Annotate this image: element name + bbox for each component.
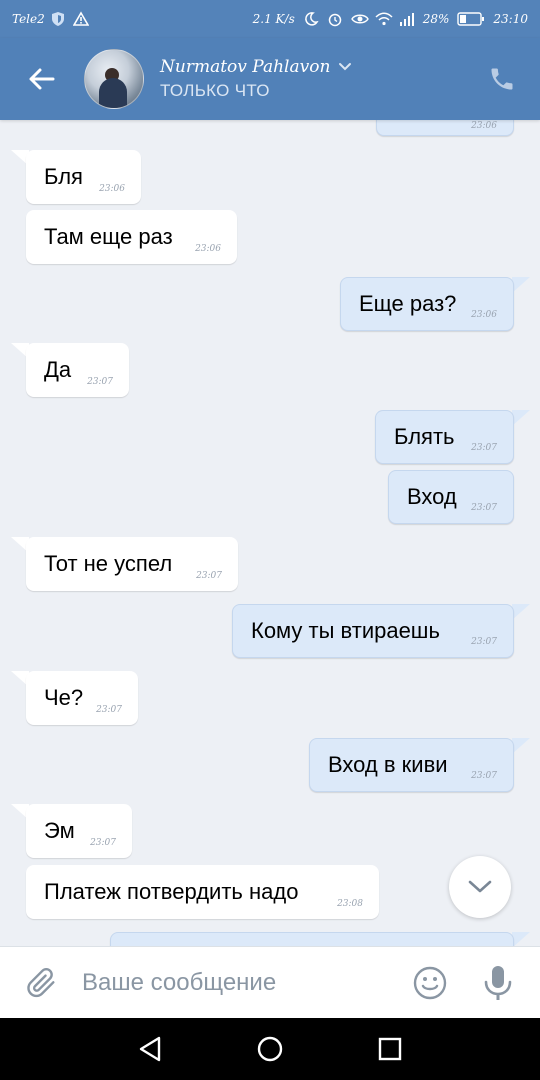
message-text: Блять: [394, 424, 455, 449]
moon-icon: [303, 11, 319, 27]
circle-home-icon: [257, 1036, 283, 1062]
message-text: Тот не успел: [44, 551, 173, 576]
network-speed: 2.1 K/s: [252, 12, 295, 26]
message-incoming[interactable]: Да 23:07: [26, 343, 129, 397]
back-button[interactable]: [18, 56, 64, 102]
bubble-tail: [512, 604, 530, 620]
message-incoming[interactable]: Тот не успел 23:07: [26, 537, 238, 591]
status-bar: Tele2 2.1 K/s 28% 23:10: [0, 0, 540, 38]
status-right: 2.1 K/s 28% 23:10: [253, 11, 528, 27]
avatar[interactable]: [84, 49, 144, 109]
status-left: Tele2: [12, 11, 90, 27]
contact-status: ТОЛЬКО ЧТО: [160, 81, 270, 100]
message-time: 23:06: [471, 121, 497, 131]
arrow-left-icon: [29, 68, 55, 90]
voice-message-button[interactable]: [478, 963, 518, 1003]
call-button[interactable]: [482, 59, 522, 99]
message-composer: Ваше сообщение: [0, 946, 540, 1018]
nav-home-button[interactable]: [255, 1034, 285, 1064]
message-time: 23:06: [195, 244, 221, 254]
bubble-tail: [512, 738, 530, 754]
shield-icon: [51, 11, 67, 27]
message-time: 23:07: [471, 771, 497, 781]
message-text: Кому ты втираешь: [251, 618, 440, 643]
message-text: Платеж потвердить надо: [44, 879, 299, 904]
attach-button[interactable]: [22, 963, 62, 1003]
message-time: 23:07: [471, 503, 497, 513]
message-outgoing[interactable]: Еще раз? 23:06: [340, 277, 514, 331]
contact-info[interactable]: Nurmatov Pahlavon ТОЛЬКО ЧТО: [160, 57, 352, 101]
message-time: 23:06: [471, 310, 497, 320]
message-time: 23:07: [87, 377, 113, 387]
message-text: Там еще раз: [44, 224, 173, 249]
chevron-down-icon: [339, 63, 352, 71]
contact-name: Nurmatov Pahlavon: [160, 57, 331, 77]
battery-percent: 28%: [422, 12, 450, 26]
eye-icon: [350, 11, 369, 27]
message-time: 23:07: [196, 571, 222, 581]
message-text: Вход: [407, 484, 457, 509]
warning-icon: [72, 11, 90, 27]
message-text: Да: [44, 357, 72, 382]
message-time: 23:07: [471, 443, 497, 453]
message-outgoing[interactable]: Вход в киви 23:07: [309, 738, 514, 792]
smiley-icon: [413, 966, 447, 999]
message-time: 23:07: [96, 705, 122, 715]
message-incoming[interactable]: Бля 23:06: [26, 150, 141, 204]
message-time: 23:07: [471, 637, 497, 647]
message-incoming[interactable]: Эм 23:07: [26, 804, 132, 858]
message-incoming[interactable]: Платеж потвердить надо 23:08: [26, 865, 379, 919]
avatar-figure: [99, 78, 127, 108]
message-list[interactable]: 23:06 Бля 23:06 Там еще раз 23:06 Еще ра…: [0, 120, 540, 946]
carrier-label: Tele2: [12, 12, 45, 26]
message-outgoing[interactable]: Блять 23:07: [375, 410, 514, 464]
emoji-button[interactable]: [410, 963, 450, 1003]
nav-back-button[interactable]: [135, 1034, 165, 1064]
message-outgoing[interactable]: Вход 23:07: [388, 470, 514, 524]
clock: 23:10: [493, 12, 528, 26]
message-text: Бля: [44, 164, 83, 189]
bubble-tail: [512, 277, 530, 293]
triangle-back-icon: [139, 1036, 161, 1062]
message-text: Эм: [44, 818, 75, 843]
signal-icon: [399, 11, 415, 27]
message-outgoing-partial[interactable]: [110, 932, 514, 946]
message-incoming[interactable]: Че? 23:07: [26, 671, 138, 725]
message-time: 23:07: [90, 838, 116, 848]
phone-icon: [491, 68, 513, 90]
message-outgoing[interactable]: 23:06: [376, 120, 514, 136]
chat-header: Nurmatov Pahlavon ТОЛЬКО ЧТО: [0, 38, 540, 120]
message-incoming[interactable]: Там еще раз 23:06: [26, 210, 237, 264]
chevron-down-icon: [468, 880, 492, 893]
contact-name-row: Nurmatov Pahlavon: [160, 57, 352, 77]
message-text: Еще раз?: [359, 291, 457, 316]
message-time: 23:08: [337, 899, 363, 909]
wifi-icon: [375, 11, 393, 27]
system-nav-bar: [0, 1018, 540, 1080]
message-time: 23:06: [99, 184, 125, 194]
scroll-down-button[interactable]: [449, 856, 511, 918]
paperclip-icon: [27, 967, 55, 997]
square-recents-icon: [378, 1037, 402, 1061]
bubble-tail: [512, 932, 530, 946]
battery-icon: [457, 11, 485, 27]
message-text: Че?: [44, 685, 84, 710]
nav-recents-button[interactable]: [375, 1034, 405, 1064]
microphone-icon: [484, 965, 512, 1000]
message-outgoing[interactable]: Кому ты втираешь 23:07: [232, 604, 514, 658]
message-input[interactable]: Ваше сообщение: [82, 969, 410, 997]
message-text: Вход в киви: [328, 752, 448, 777]
bubble-tail: [512, 410, 530, 426]
alarm-icon: [327, 11, 343, 27]
